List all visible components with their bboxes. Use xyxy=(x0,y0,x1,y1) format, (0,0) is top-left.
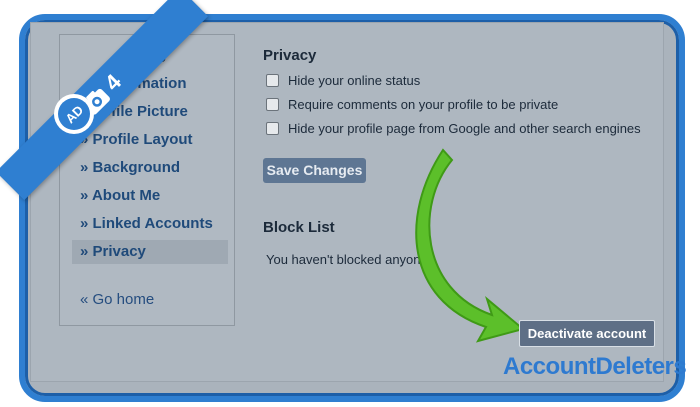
ad-badge-icon: AD xyxy=(54,94,94,134)
brand-watermark: AccountDeleters xyxy=(503,353,687,380)
deactivate-account-button[interactable]: Deactivate account xyxy=(519,320,655,347)
